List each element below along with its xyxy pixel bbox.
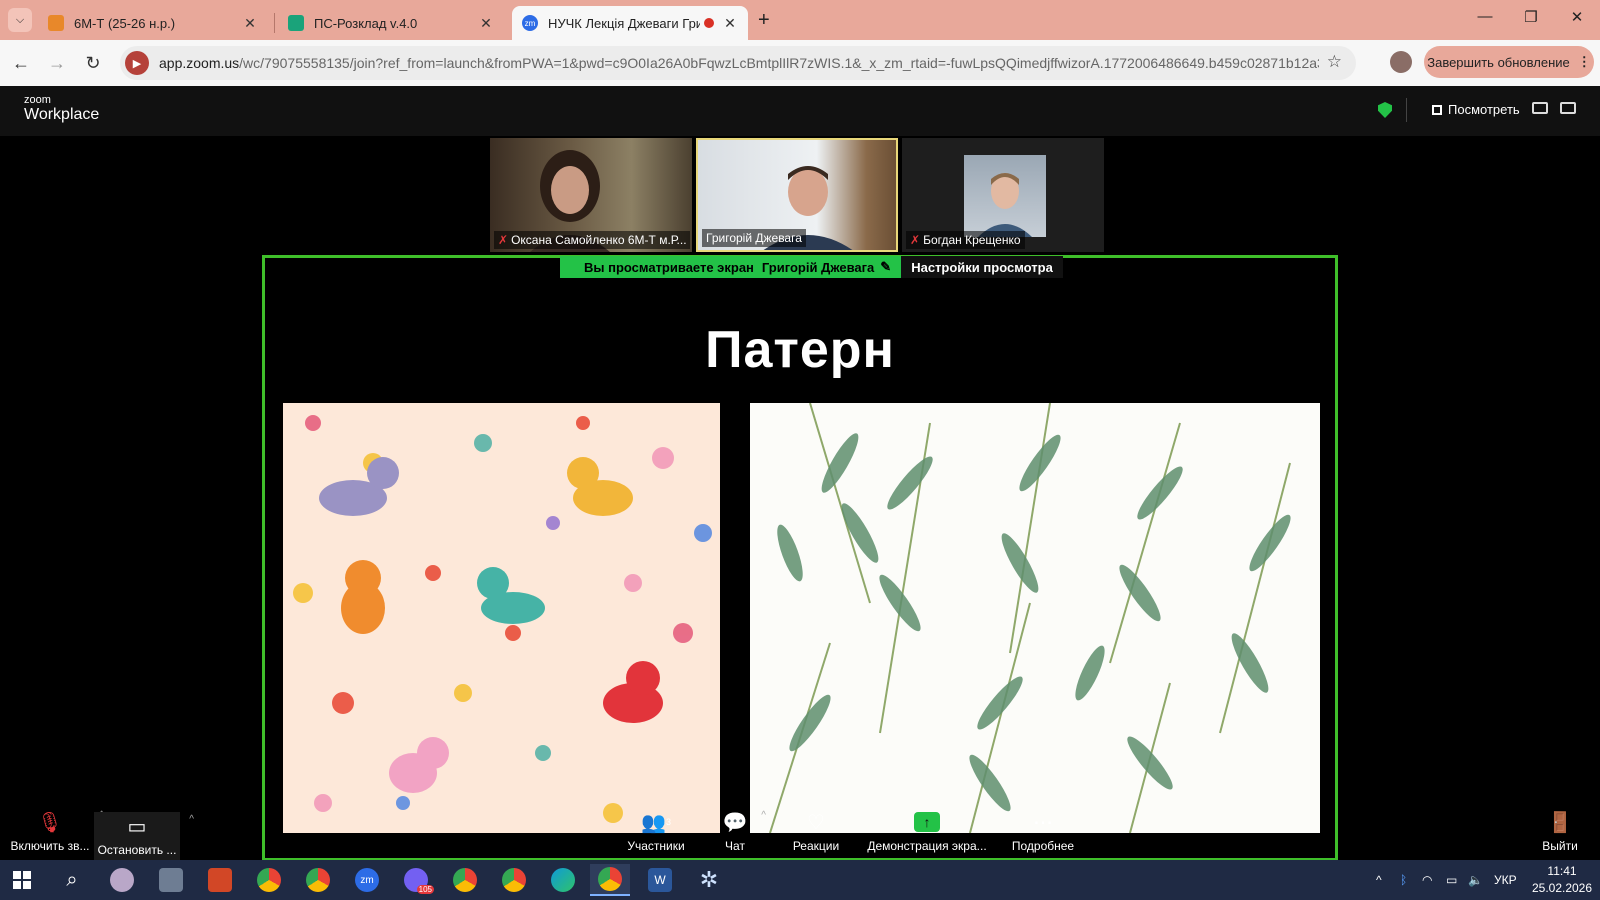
- edge-icon[interactable]: [543, 864, 583, 896]
- reactions-button[interactable]: ♡ Реакции: [786, 808, 846, 860]
- muted-mic-icon: 🎙: [37, 811, 63, 834]
- powerpoint-icon[interactable]: [200, 864, 240, 896]
- view-button[interactable]: Посмотреть: [1432, 102, 1520, 117]
- view-settings-button[interactable]: Настройки просмотра: [901, 256, 1063, 278]
- new-tab-button[interactable]: +: [758, 9, 770, 32]
- window-close-icon[interactable]: ✕: [1554, 8, 1600, 26]
- muted-mic-icon: ✗: [910, 233, 921, 247]
- ellipsis-icon: ⋯: [1033, 811, 1053, 834]
- settings-gear-icon[interactable]: ✲: [689, 864, 729, 896]
- search-icon[interactable]: ⌕: [52, 864, 92, 896]
- chrome-icon[interactable]: [445, 864, 485, 896]
- slide-title: Патерн: [705, 321, 895, 379]
- more-button[interactable]: ⋯ Подробнее: [1008, 808, 1078, 860]
- system-clock[interactable]: 11:41 25.02.2026: [1530, 863, 1594, 897]
- bluetooth-icon[interactable]: ᛒ: [1400, 860, 1407, 900]
- shared-screen: Патерн: [262, 255, 1338, 861]
- back-arrow-icon[interactable]: ←: [8, 50, 34, 76]
- windows-taskbar: ⌕ zm 105 W ✲ ^ ᛒ ◠ ▭ 🔈 УКР 11:41 25.02.2…: [0, 860, 1600, 900]
- browser-tab-3-active[interactable]: zm НУЧК Лекція Джеваги Гри ✕: [512, 6, 748, 40]
- windows-start-icon[interactable]: [2, 864, 42, 896]
- heart-icon: ♡: [807, 811, 825, 834]
- participant-strip: ✗ Оксана Самойленко 6М-Т м.Р... Григорій …: [0, 136, 1600, 254]
- camera-icon: ▭: [127, 815, 147, 838]
- minimize-icon[interactable]: —: [1462, 8, 1508, 25]
- chrome-icon[interactable]: [494, 864, 534, 896]
- mic-icon: ✎: [880, 259, 892, 274]
- browser-tab-1[interactable]: 6М-Т (25-26 н.р.) ✕: [38, 6, 268, 40]
- grid-view-icon: [1432, 104, 1442, 115]
- url-field[interactable]: ▶ app.zoom.us/wc/79075558135/join?ref_fr…: [120, 46, 1356, 80]
- finish-update-button[interactable]: Завершить обновление ⋮: [1424, 46, 1594, 78]
- chrome-icon[interactable]: [249, 864, 289, 896]
- picture-in-picture-icon[interactable]: [1532, 102, 1548, 114]
- participant-avatar: [964, 155, 1046, 237]
- classroom-favicon-icon: [48, 15, 64, 31]
- camera-site-icon[interactable]: ▶: [125, 51, 149, 75]
- audio-button[interactable]: 🎙 Включить зв... ^: [10, 808, 104, 860]
- wifi-icon[interactable]: ◠: [1422, 860, 1432, 900]
- zoom-favicon-icon: zm: [522, 15, 538, 31]
- video-button[interactable]: ▭ Остановить ... ^: [94, 812, 194, 862]
- tab-divider: [274, 13, 275, 33]
- media-player-icon[interactable]: [102, 864, 142, 896]
- browser-tab-strip: ⌵ 6М-Т (25-26 н.р.) ✕ ПС-Розклад v.4.0 ✕…: [0, 0, 1600, 40]
- share-status-banner: Вы просматриваете экран Григорій Джевага…: [560, 256, 1063, 278]
- zoom-app-icon[interactable]: zm: [347, 864, 387, 896]
- chat-button[interactable]: 💬 Чат ^: [718, 808, 766, 860]
- close-icon[interactable]: ✕: [242, 15, 258, 32]
- leaves-pattern-image: [750, 403, 1320, 833]
- close-icon[interactable]: ✕: [478, 15, 494, 32]
- share-arrow-icon: ↑: [914, 812, 940, 832]
- recording-indicator-icon: [704, 18, 714, 28]
- participants-button[interactable]: 👥 3 Участники: [618, 808, 694, 860]
- forward-arrow-icon[interactable]: →: [44, 50, 70, 76]
- zoom-header: zoom Workplace Посмотреть: [0, 86, 1600, 136]
- chrome-profile-icon[interactable]: [298, 864, 338, 896]
- tab-search-button[interactable]: ⌵: [8, 8, 32, 32]
- viber-icon[interactable]: 105: [396, 864, 436, 896]
- close-icon[interactable]: ✕: [722, 15, 738, 32]
- chevron-up-icon[interactable]: ^: [761, 810, 766, 821]
- word-icon[interactable]: W: [640, 864, 680, 896]
- volume-icon[interactable]: 🔈: [1468, 860, 1483, 900]
- exit-door-icon: 🚪: [1547, 811, 1573, 834]
- share-screen-button[interactable]: ↑ Демонстрация экра...: [864, 808, 990, 860]
- viewing-screen-label: Вы просматриваете экран Григорій Джевага…: [560, 256, 902, 278]
- chat-icon: 💬: [722, 811, 748, 834]
- notification-badge: 105: [416, 885, 434, 894]
- participant-photo: [978, 173, 1032, 237]
- cats-pattern-image: [283, 403, 720, 833]
- leave-button[interactable]: 🚪 Выйти: [1540, 808, 1580, 860]
- cat-shapes: [319, 457, 663, 793]
- encryption-shield-icon[interactable]: [1378, 102, 1392, 118]
- battery-icon[interactable]: ▭: [1446, 860, 1457, 900]
- browser-tab-2[interactable]: ПС-Розклад v.4.0 ✕: [278, 6, 504, 40]
- header-divider: [1406, 98, 1407, 122]
- url-text: app.zoom.us/wc/79075558135/join?ref_from…: [159, 55, 1319, 71]
- participant-name: Григорій Джевага: [702, 229, 806, 247]
- sheets-favicon-icon: [288, 15, 304, 31]
- profile-avatar[interactable]: [1390, 51, 1412, 73]
- zoom-workplace-logo: zoom Workplace: [24, 94, 100, 124]
- participant-name: ✗ Оксана Самойленко 6М-Т м.Р...: [494, 231, 690, 249]
- participant-tile[interactable]: ✗ Богдан Крещенко: [902, 138, 1104, 252]
- restore-icon[interactable]: ❐: [1508, 8, 1554, 26]
- participant-tile-active-speaker[interactable]: Григорій Джевага: [696, 138, 898, 252]
- address-toolbar: ← → ↻ ▶ app.zoom.us/wc/79075558135/join?…: [0, 40, 1600, 86]
- participant-name: ✗ Богдан Крещенко: [906, 231, 1025, 249]
- participants-icon: 👥 3: [641, 811, 671, 834]
- chrome-active-icon[interactable]: [590, 864, 630, 896]
- kebab-menu-icon: ⋮: [1577, 54, 1591, 69]
- muted-mic-icon: ✗: [498, 233, 509, 247]
- input-language[interactable]: УКР: [1494, 860, 1517, 900]
- reload-icon[interactable]: ↻: [80, 50, 106, 76]
- participant-tile[interactable]: ✗ Оксана Самойленко 6М-Т м.Р...: [490, 138, 692, 252]
- fullscreen-icon[interactable]: [1560, 102, 1576, 114]
- show-hidden-icons-chevron-icon[interactable]: ^: [1376, 860, 1382, 900]
- camera-app-icon[interactable]: [151, 864, 191, 896]
- chevron-up-icon[interactable]: ^: [189, 814, 194, 825]
- bookmark-star-icon[interactable]: ☆: [1327, 52, 1342, 72]
